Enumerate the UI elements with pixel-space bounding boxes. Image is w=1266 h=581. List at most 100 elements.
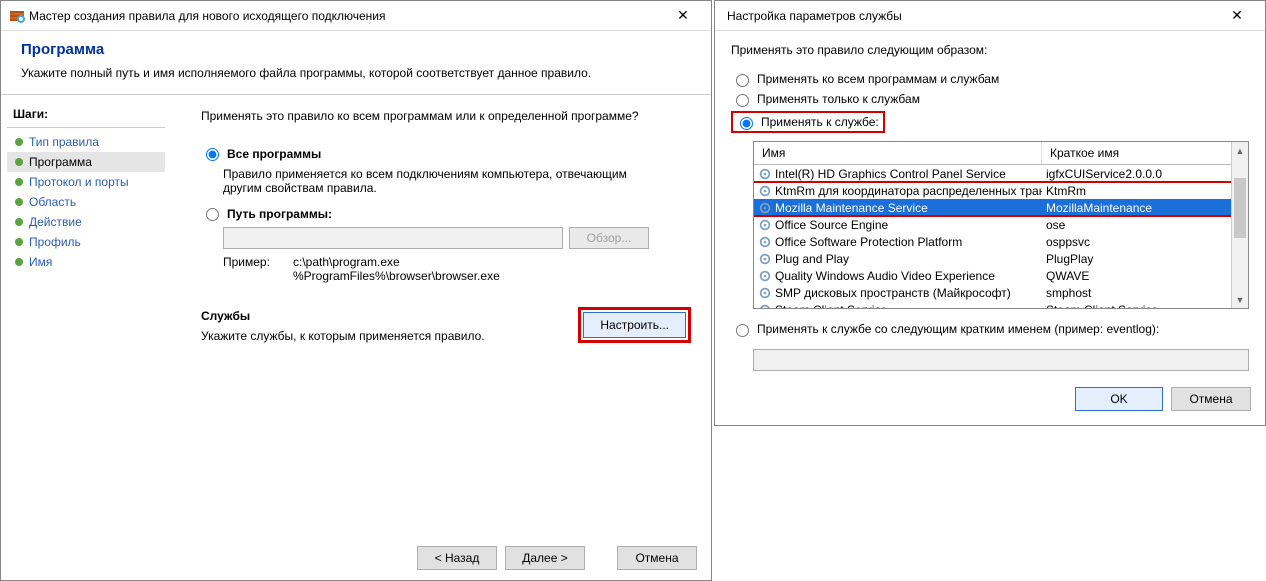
close-button[interactable]: ✕: [1217, 4, 1257, 28]
table-header: Имя Краткое имя: [754, 142, 1248, 165]
radio-all-programs-label: Все программы: [227, 147, 321, 161]
services-list[interactable]: Intel(R) HD Graphics Control Panel Servi…: [754, 165, 1248, 308]
service-name: Intel(R) HD Graphics Control Panel Servi…: [775, 167, 1006, 181]
step-label: Имя: [29, 255, 52, 269]
browse-button[interactable]: Обзор...: [569, 227, 649, 249]
radio-apply-services-only[interactable]: [736, 94, 749, 107]
step-item[interactable]: Тип правила: [7, 132, 165, 152]
col-name[interactable]: Имя: [754, 142, 1042, 164]
service-row[interactable]: Plug and Play PlugPlay: [754, 250, 1248, 267]
service-row[interactable]: Steam Client Service Steam Client Service: [754, 301, 1248, 308]
ok-button[interactable]: OK: [1075, 387, 1163, 411]
bullet-icon: [15, 198, 23, 206]
service-shortname: PlugPlay: [1042, 252, 1248, 266]
col-shortname[interactable]: Краткое имя: [1042, 142, 1248, 164]
steps-sidebar: Шаги: Тип правила Программа Протокол и пор…: [1, 95, 171, 535]
service-row[interactable]: Intel(R) HD Graphics Control Panel Servi…: [754, 165, 1248, 182]
apply-intro: Применять это правило следующим образом:: [731, 43, 1249, 57]
radio-apply-all[interactable]: [736, 74, 749, 87]
gear-icon: [758, 269, 772, 283]
bullet-icon: [15, 158, 23, 166]
gear-icon: [758, 286, 772, 300]
dialog-footer: OK Отмена: [715, 377, 1265, 425]
back-button[interactable]: < Назад: [417, 546, 497, 570]
radio-apply-services-only-label: Применять только к службам: [757, 92, 920, 106]
page-subheading: Укажите полный путь и имя исполняемого ф…: [21, 66, 691, 80]
step-label: Профиль: [29, 235, 81, 249]
firewall-icon: [9, 8, 25, 24]
radio-apply-service-label: Применять к службе:: [761, 115, 879, 129]
service-row[interactable]: Office Software Protection Platformospps…: [754, 233, 1248, 250]
scroll-thumb[interactable]: [1234, 178, 1246, 238]
shortname-input[interactable]: [753, 349, 1249, 371]
service-shortname: MozillaMaintenance: [1042, 201, 1248, 215]
program-path-input[interactable]: [223, 227, 563, 249]
service-name: KtmRm для координатора распределенных тр…: [775, 184, 1042, 198]
step-label: Протокол и порты: [29, 175, 129, 189]
step-item[interactable]: Профиль: [7, 232, 165, 252]
service-row[interactable]: Mozilla Maintenance Service MozillaMainte…: [754, 199, 1248, 216]
close-button[interactable]: ✕: [663, 4, 703, 28]
step-label: Действие: [29, 215, 82, 229]
scroll-down-icon[interactable]: ▼: [1232, 291, 1248, 308]
scope-question: Применять это правило ко всем программам…: [201, 109, 691, 123]
step-item[interactable]: Имя: [7, 252, 165, 272]
service-name: Steam Client Service: [775, 303, 887, 309]
titlebar: Настройка параметров службы ✕: [715, 1, 1265, 31]
wizard-footer: < Назад Далее > Отмена: [1, 535, 711, 580]
bullet-icon: [15, 258, 23, 266]
radio-apply-all-label: Применять ко всем программам и службам: [757, 72, 999, 86]
service-row[interactable]: SMP дисковых пространств (Майкрософт)smp…: [754, 284, 1248, 301]
radio-apply-service[interactable]: [740, 117, 753, 130]
radio-apply-shortname-label: Применять к службе со следующим кратким …: [757, 322, 1159, 336]
service-name: Quality Windows Audio Video Experience: [775, 269, 995, 283]
radio-program-path[interactable]: [206, 208, 219, 221]
scrollbar[interactable]: ▲ ▼: [1231, 142, 1248, 308]
bullet-icon: [15, 138, 23, 146]
radio-program-path-label: Путь программы:: [227, 207, 332, 221]
scroll-up-icon[interactable]: ▲: [1232, 142, 1248, 159]
gear-icon: [758, 235, 772, 249]
service-shortname: Steam Client Service: [1042, 303, 1248, 309]
configure-services-button[interactable]: Настроить...: [583, 312, 686, 338]
page-heading: Программа: [21, 41, 691, 58]
service-name: Plug and Play: [775, 252, 849, 266]
step-label: Область: [29, 195, 76, 209]
service-shortname: osppsvc: [1042, 235, 1248, 249]
bullet-icon: [15, 218, 23, 226]
highlight-apply-service: Применять к службе:: [731, 111, 885, 133]
step-item[interactable]: Протокол и порты: [7, 172, 165, 192]
service-row[interactable]: Quality Windows Audio Video ExperienceQW…: [754, 267, 1248, 284]
step-item[interactable]: Область: [7, 192, 165, 212]
step-item[interactable]: Программа: [7, 152, 165, 172]
cancel-button[interactable]: Отмена: [617, 546, 697, 570]
service-name: Mozilla Maintenance Service: [775, 201, 928, 215]
dialog-title: Настройка параметров службы: [723, 9, 1217, 23]
service-shortname: KtmRm: [1042, 184, 1248, 198]
service-row[interactable]: KtmRm для координатора распределенных тр…: [754, 182, 1248, 199]
gear-icon: [758, 252, 772, 266]
step-item[interactable]: Действие: [7, 212, 165, 232]
service-shortname: smphost: [1042, 286, 1248, 300]
radio-apply-shortname[interactable]: [736, 324, 749, 337]
titlebar: Мастер создания правила для нового исход…: [1, 1, 711, 31]
step-label: Программа: [29, 155, 92, 169]
cancel-button[interactable]: Отмена: [1171, 387, 1251, 411]
wizard-window: Мастер создания правила для нового исход…: [0, 0, 712, 581]
steps-label: Шаги:: [7, 103, 165, 128]
service-shortname: ose: [1042, 218, 1248, 232]
radio-all-programs[interactable]: [206, 148, 219, 161]
services-section: Настроить... Службы Укажите службы, к ко…: [201, 309, 691, 343]
next-button[interactable]: Далее >: [505, 546, 585, 570]
wizard-header: Программа Укажите полный путь и имя испо…: [1, 31, 711, 94]
window-title: Мастер создания правила для нового исход…: [25, 9, 663, 23]
gear-icon: [758, 201, 772, 215]
bullet-icon: [15, 238, 23, 246]
all-programs-desc: Правило применяется ко всем подключениям…: [223, 167, 653, 195]
gear-icon: [758, 303, 772, 309]
services-table: Имя Краткое имя Intel(R) HD Graphics Con…: [753, 141, 1249, 309]
service-shortname: igfxCUIService2.0.0.0: [1042, 167, 1248, 181]
service-row[interactable]: Office Source Engineose: [754, 216, 1248, 233]
gear-icon: [758, 184, 772, 198]
service-settings-dialog: Настройка параметров службы ✕ Применять …: [714, 0, 1266, 426]
